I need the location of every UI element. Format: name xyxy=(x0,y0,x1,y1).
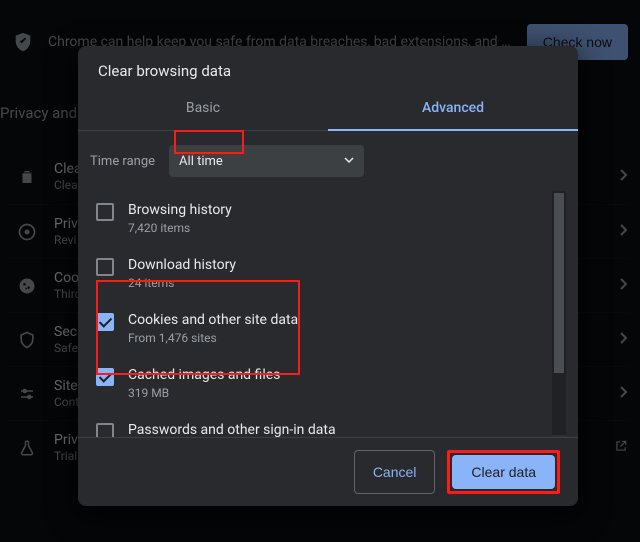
caret-down-icon xyxy=(344,154,354,169)
checkbox[interactable] xyxy=(96,423,114,437)
time-range-select[interactable]: All time xyxy=(169,145,364,177)
scrollbar-thumb[interactable] xyxy=(554,193,564,373)
item-sublabel: From 1,476 sites xyxy=(128,330,298,346)
checkbox[interactable] xyxy=(96,313,114,331)
cancel-button[interactable]: Cancel xyxy=(354,450,436,494)
time-range-label: Time range xyxy=(90,154,155,169)
item-sublabel: 319 MB xyxy=(128,385,280,401)
item-label: Passwords and other sign-in data xyxy=(128,421,336,437)
clear-data-button[interactable]: Clear data xyxy=(452,455,555,489)
checkbox[interactable] xyxy=(96,368,114,386)
highlight-box-confirm: Clear data xyxy=(447,450,560,494)
item-label: Download history xyxy=(128,256,236,275)
clear-item: Cached images and files319 MB xyxy=(92,356,548,411)
checkbox[interactable] xyxy=(96,203,114,221)
time-range-value: All time xyxy=(179,154,223,169)
scrollbar-track[interactable] xyxy=(552,191,566,437)
item-label: Cookies and other site data xyxy=(128,311,298,330)
scrollbar-down-button[interactable] xyxy=(552,435,566,437)
dialog-tabs: Basic Advanced xyxy=(78,88,578,131)
clear-item: Download history24 items xyxy=(92,246,548,301)
item-label: Browsing history xyxy=(128,201,232,220)
clear-item: Passwords and other sign-in dataNone xyxy=(92,411,548,437)
tab-basic[interactable]: Basic xyxy=(78,88,328,130)
item-label: Cached images and files xyxy=(128,366,280,385)
clear-browsing-data-dialog: Clear browsing data Basic Advanced Time … xyxy=(78,46,578,506)
clear-item: Cookies and other site dataFrom 1,476 si… xyxy=(92,301,548,356)
item-sublabel: 24 items xyxy=(128,275,236,291)
checkbox[interactable] xyxy=(96,258,114,276)
clear-item: Browsing history7,420 items xyxy=(92,191,548,246)
dialog-title: Clear browsing data xyxy=(78,46,578,88)
tab-advanced[interactable]: Advanced xyxy=(328,88,578,130)
item-sublabel: 7,420 items xyxy=(128,220,232,236)
